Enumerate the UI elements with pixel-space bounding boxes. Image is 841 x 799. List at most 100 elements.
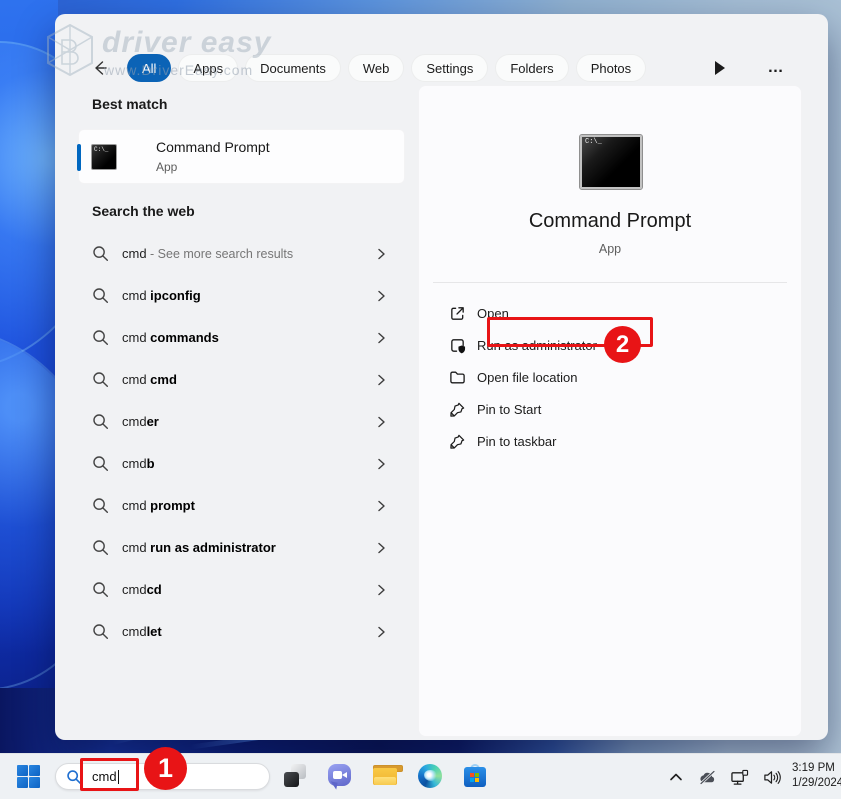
file-explorer-button[interactable] [373,764,397,788]
clock-date: 1/29/2024 [792,776,841,791]
suggestion-text: cmd run as administrator [122,540,276,555]
web-suggestion-row[interactable]: cmder [92,400,388,442]
best-match-app-type: App [156,160,177,174]
tab-label: All [142,61,156,76]
open-file-location-folder-icon [449,369,466,386]
web-suggestion-row[interactable]: cmd ipconfig [92,274,388,316]
search-suggestion-icon [92,245,109,262]
tab-all[interactable]: All [127,54,171,82]
search-suggestion-icon [92,455,109,472]
onedrive-offline-cloud-icon [698,769,717,786]
search-suggestion-icon [92,497,109,514]
search-suggestion-icon [92,623,109,640]
wallpaper-left-bloom [0,0,58,753]
task-view-button[interactable] [283,764,307,788]
web-suggestion-row[interactable]: cmd commands [92,316,388,358]
search-flyout-panel: All Apps Documents Web Settings Folders Photos… [55,14,828,740]
web-suggestion-row[interactable]: cmdcd [92,568,388,610]
open-icon [449,305,466,322]
web-suggestion-row[interactable]: cmdlet [92,610,388,652]
start-button[interactable] [17,765,40,788]
suggestion-text: cmd cmd [122,372,177,387]
tab-documents[interactable]: Documents [245,54,341,82]
tray-network-button[interactable] [730,768,749,787]
tray-chevron-up-icon [669,772,683,782]
action-pin-to-taskbar[interactable]: Pin to taskbar [419,425,801,457]
chevron-right-icon [376,626,387,638]
chevron-right-icon [376,290,387,302]
more-options-button[interactable]: … [766,58,786,78]
best-match-heading: Best match [92,96,167,112]
tab-settings[interactable]: Settings [411,54,488,82]
tray-volume-button[interactable] [762,768,781,787]
taskbar-app-icons [283,764,487,788]
divider [433,282,787,283]
desktop-screen: All Apps Documents Web Settings Folders Photos… [0,0,841,799]
tab-label: Photos [591,61,631,76]
action-label: Open file location [477,370,577,385]
suggestion-text: cmder [122,414,159,429]
tab-label: Web [363,61,390,76]
pin-icon [449,433,466,450]
chevron-right-icon [376,584,387,596]
back-arrow-icon [90,58,110,78]
tab-apps[interactable]: Apps [178,54,238,82]
filter-tabs: All Apps Documents Web Settings Folders Photos [127,54,653,82]
search-suggestion-icon [92,287,109,304]
search-filter-tabs-row: All Apps Documents Web Settings Folders Photos… [55,52,828,84]
chevron-right-icon [376,458,387,470]
action-open-file-location[interactable]: Open file location [419,361,801,393]
tab-photos[interactable]: Photos [576,54,646,82]
search-suggestion-icon [92,329,109,346]
app-preview-card: C:\_ Command Prompt App OpenRun as admin… [418,85,802,737]
tab-label: Folders [510,61,553,76]
search-suggestion-icon [92,371,109,388]
web-suggestion-row[interactable]: cmd cmd [92,358,388,400]
suggestion-text: cmd ipconfig [122,288,201,303]
edge-browser-button[interactable] [418,764,442,788]
action-label: Pin to taskbar [477,434,557,449]
web-suggestion-row[interactable]: cmdb [92,442,388,484]
web-suggestion-row[interactable]: cmd run as administrator [92,526,388,568]
command-prompt-icon-large: C:\_ [580,135,642,189]
suggestion-text: cmd commands [122,330,219,345]
tab-label: Apps [193,61,223,76]
command-prompt-icon: C:\_ [91,144,117,170]
expand-tabs-button[interactable] [710,58,730,78]
best-match-result[interactable]: C:\_ Command Prompt App [78,129,405,184]
run-as-admin-shield-icon [449,337,466,354]
tab-folders[interactable]: Folders [495,54,568,82]
suggestion-text: cmd - See more search results [122,246,293,261]
best-match-app-name: Command Prompt [156,139,270,155]
suggestion-text: cmdcd [122,582,162,597]
selection-accent-bar [77,144,81,171]
chevron-right-icon [376,248,387,260]
action-pin-to-start[interactable]: Pin to Start [419,393,801,425]
chevron-right-icon [376,500,387,512]
tray-onedrive-offline-button[interactable] [698,768,717,787]
pin-icon [449,401,466,418]
search-the-web-heading: Search the web [92,203,195,219]
microsoft-store-button[interactable] [463,764,487,788]
chat-button[interactable] [328,764,352,788]
search-suggestion-icon [92,581,109,598]
web-suggestion-row[interactable]: cmd - See more search results [92,232,388,274]
chevron-right-icon [376,332,387,344]
web-suggestions-list: cmd - See more search results cmd ipconfi… [92,232,388,652]
tab-label: Settings [426,61,473,76]
search-suggestion-icon [92,413,109,430]
annotation-step-2-badge: 2 [604,326,641,363]
back-button[interactable] [89,57,111,79]
taskbar-clock[interactable]: 3:19 PM 1/29/2024 [792,761,841,791]
tab-label: Documents [260,61,326,76]
tab-web[interactable]: Web [348,54,405,82]
network-ethernet-icon [730,769,749,786]
tray-chevron-up-button[interactable] [666,768,685,787]
preview-app-type: App [419,242,801,256]
chevron-right-icon [376,416,387,428]
search-suggestion-icon [92,539,109,556]
system-tray [666,754,781,799]
annotation-box-search [80,758,139,791]
tabs-right-controls: … [710,58,828,78]
web-suggestion-row[interactable]: cmd prompt [92,484,388,526]
